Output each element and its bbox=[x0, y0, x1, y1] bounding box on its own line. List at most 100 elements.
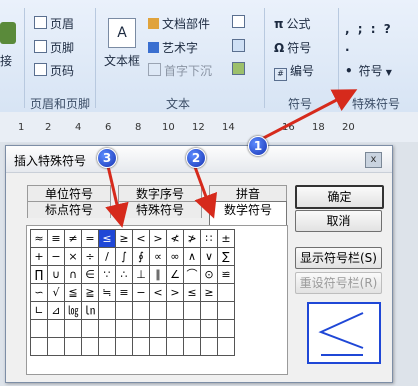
symbol-cell[interactable] bbox=[115, 337, 133, 356]
close-button[interactable]: x bbox=[365, 152, 382, 168]
symbol-cell[interactable] bbox=[132, 337, 150, 356]
punct-row-1[interactable]: , ; : ? bbox=[345, 22, 393, 36]
symbol-cell[interactable] bbox=[183, 301, 201, 320]
symbol-cell[interactable] bbox=[149, 319, 167, 338]
symbol-cell[interactable]: ≦ bbox=[64, 283, 82, 302]
dropcap-button[interactable]: 首字下沉 bbox=[148, 62, 212, 79]
symbol-cell[interactable]: ∽ bbox=[30, 283, 48, 302]
symbol-cell[interactable]: ÷ bbox=[81, 247, 99, 266]
symbol-cell[interactable] bbox=[115, 319, 133, 338]
object-icon[interactable] bbox=[232, 62, 248, 77]
symbol-cell[interactable] bbox=[81, 319, 99, 338]
symbol-cell[interactable]: ⊿ bbox=[47, 301, 65, 320]
symbol-cell[interactable]: ≮ bbox=[166, 229, 184, 248]
symbol-cell[interactable] bbox=[217, 319, 235, 338]
symbol-cell[interactable]: ∵ bbox=[98, 265, 116, 284]
symbol-cell[interactable] bbox=[149, 301, 167, 320]
symbol-cell[interactable]: ⊥ bbox=[132, 265, 150, 284]
symbol-cell[interactable]: ∪ bbox=[47, 265, 65, 284]
symbol-cell[interactable]: − bbox=[47, 247, 65, 266]
numbering-button[interactable]: # 编号 bbox=[274, 62, 314, 81]
symbol-cell[interactable]: ㏑ bbox=[81, 301, 99, 320]
symbol-cell[interactable]: ≌ bbox=[217, 265, 235, 284]
symbol-cell[interactable] bbox=[64, 319, 82, 338]
symbol-cell[interactable]: < bbox=[132, 229, 150, 248]
symbol-cell[interactable]: ≈ bbox=[30, 229, 48, 248]
symbol-cell[interactable]: = bbox=[81, 229, 99, 248]
symbol-cell[interactable]: ∴ bbox=[115, 265, 133, 284]
symbol-cell[interactable] bbox=[217, 283, 235, 302]
symbol-cell[interactable] bbox=[217, 337, 235, 356]
symbol-cell[interactable]: / bbox=[98, 247, 116, 266]
symbol-cell[interactable] bbox=[132, 319, 150, 338]
symbol-cell[interactable] bbox=[166, 319, 184, 338]
show-symbol-bar-button[interactable]: 显示符号栏(S) bbox=[295, 247, 382, 269]
partial-label[interactable]: 接 bbox=[0, 52, 12, 69]
symbol-cell[interactable]: ≥ bbox=[115, 229, 133, 248]
symbol-cell[interactable]: ∏ bbox=[30, 265, 48, 284]
tab-math-symbols[interactable]: 数学符号 bbox=[209, 201, 287, 226]
symbol-cell[interactable]: ± bbox=[217, 229, 235, 248]
symbol-cell[interactable] bbox=[200, 301, 218, 320]
symbol-cell[interactable] bbox=[98, 319, 116, 338]
tab-number-sequence[interactable]: 数字序号 bbox=[118, 185, 202, 202]
symbol-cell[interactable] bbox=[64, 337, 82, 356]
symbol-cell[interactable] bbox=[47, 319, 65, 338]
symbol-cell[interactable]: ∧ bbox=[183, 247, 201, 266]
tab-pinyin[interactable]: 拼音 bbox=[209, 185, 287, 202]
ok-button[interactable]: 确定 bbox=[295, 185, 384, 209]
symbol-cell[interactable] bbox=[98, 301, 116, 320]
symbol-cell[interactable] bbox=[98, 337, 116, 356]
symbol-cell[interactable]: + bbox=[30, 247, 48, 266]
symbol-cell[interactable]: ∫ bbox=[115, 247, 133, 266]
symbol-cell[interactable]: ⌒ bbox=[183, 265, 201, 284]
symbol-cell[interactable]: ∮ bbox=[132, 247, 150, 266]
punct-row-2[interactable]: . bbox=[345, 40, 350, 54]
date-icon[interactable] bbox=[232, 39, 248, 54]
symbol-cell[interactable]: ≒ bbox=[98, 283, 116, 302]
symbol-cell[interactable]: ∷ bbox=[200, 229, 218, 248]
signature-icon[interactable] bbox=[232, 15, 248, 30]
symbol-cell[interactable]: ≤ bbox=[183, 283, 201, 302]
symbol-cell[interactable]: ≧ bbox=[81, 283, 99, 302]
symbol-cell[interactable]: > bbox=[149, 229, 167, 248]
symbol-cell[interactable] bbox=[200, 319, 218, 338]
page-number-button[interactable]: 页码 bbox=[34, 62, 74, 79]
symbol-cell[interactable]: < bbox=[149, 283, 167, 302]
symbol-cell[interactable]: ∥ bbox=[149, 265, 167, 284]
symbol-cell[interactable]: × bbox=[64, 247, 82, 266]
symbol-cell[interactable]: ≡ bbox=[115, 283, 133, 302]
textbox-button[interactable]: 文本框 bbox=[104, 52, 140, 69]
partial-icon[interactable] bbox=[0, 22, 16, 44]
formula-button[interactable]: π 公式 bbox=[274, 15, 311, 32]
footer-button[interactable]: 页脚 bbox=[34, 39, 74, 56]
symbol-cell[interactable]: ∨ bbox=[200, 247, 218, 266]
symbol-cell[interactable]: ∑ bbox=[217, 247, 235, 266]
symbol-cell[interactable] bbox=[115, 301, 133, 320]
symbol-cell[interactable] bbox=[166, 337, 184, 356]
symbol-cell[interactable]: ⊙ bbox=[200, 265, 218, 284]
symbol-cell[interactable] bbox=[132, 301, 150, 320]
symbol-cell[interactable] bbox=[47, 337, 65, 356]
symbol-cell[interactable] bbox=[81, 337, 99, 356]
symbol-cell[interactable] bbox=[149, 337, 167, 356]
symbol-cell[interactable]: ∠ bbox=[166, 265, 184, 284]
symbol-cell[interactable] bbox=[217, 301, 235, 320]
doc-parts-button[interactable]: 文档部件 bbox=[148, 15, 210, 32]
symbol-cell[interactable]: √ bbox=[47, 283, 65, 302]
symbol-cell[interactable] bbox=[200, 337, 218, 356]
symbol-cell[interactable]: ∞ bbox=[166, 247, 184, 266]
header-button[interactable]: 页眉 bbox=[34, 15, 74, 32]
symbol-cell[interactable]: ≯ bbox=[183, 229, 201, 248]
symbol-cell[interactable] bbox=[166, 301, 184, 320]
symbol-cell[interactable] bbox=[30, 319, 48, 338]
symbol-cell[interactable]: ∩ bbox=[64, 265, 82, 284]
symbol-cell[interactable]: ≡ bbox=[47, 229, 65, 248]
tab-unit-symbols[interactable]: 单位符号 bbox=[27, 185, 111, 202]
symbol-cell[interactable]: ≠ bbox=[64, 229, 82, 248]
tab-punctuation[interactable]: 标点符号 bbox=[27, 201, 111, 218]
special-symbol-button[interactable]: • 符号 ▼ bbox=[345, 62, 392, 79]
symbol-cell[interactable]: ≥ bbox=[200, 283, 218, 302]
symbol-cell[interactable]: ∟ bbox=[30, 301, 48, 320]
symbol-cell[interactable]: ≤ bbox=[98, 229, 116, 248]
